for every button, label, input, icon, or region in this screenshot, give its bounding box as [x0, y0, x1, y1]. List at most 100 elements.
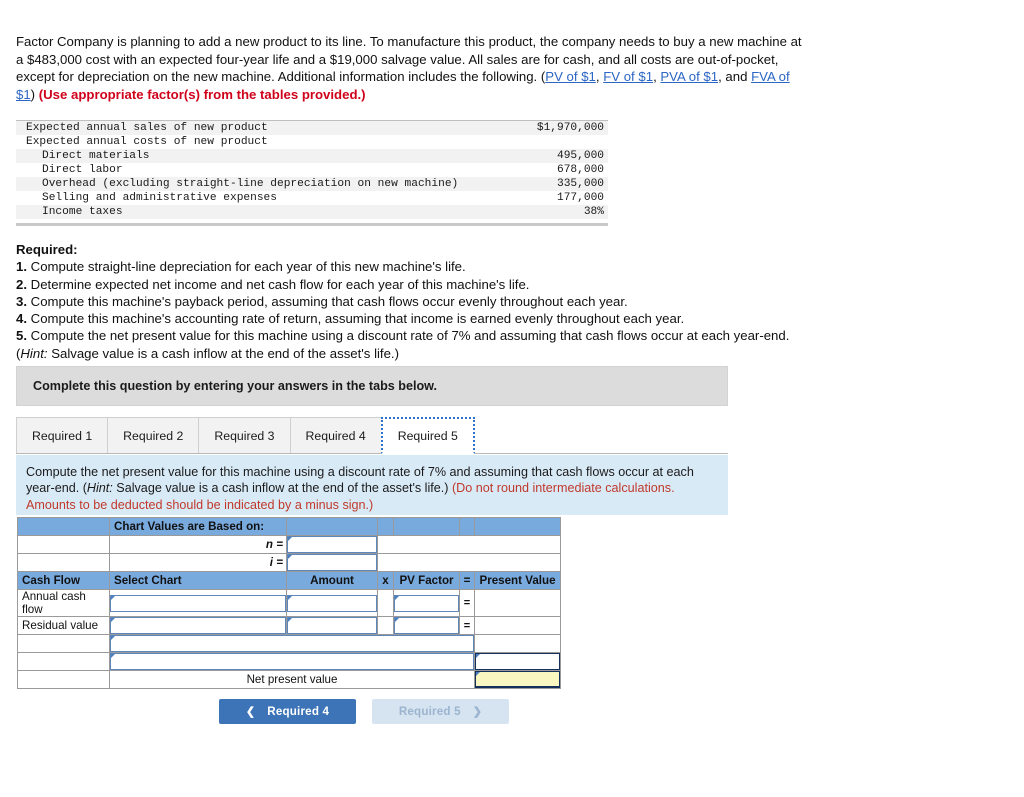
col-pv-factor: PV Factor — [393, 571, 460, 590]
net-present-value-row: Net present value — [17, 670, 561, 689]
times-cell — [377, 616, 394, 635]
question-page: Factor Company is planning to add a new … — [0, 0, 1024, 797]
chart-header-blank-cell — [17, 517, 110, 536]
npv-value-input[interactable] — [475, 671, 560, 688]
col-equals: = — [459, 571, 475, 590]
select-chart-input[interactable] — [110, 594, 286, 612]
facts-row-value: 335,000 — [458, 177, 608, 191]
prev-button-label: Required 4 — [267, 705, 330, 718]
requirement-text: Compute the net present value for this m… — [30, 328, 790, 344]
complete-question-banner: Complete this question by entering your … — [16, 366, 728, 406]
pv-factor-cell[interactable] — [393, 589, 460, 617]
extra-row-2-select-cell[interactable] — [109, 652, 475, 671]
chevron-left-icon: ❮ — [245, 706, 256, 718]
given-data-table: Expected annual sales of new product $1,9… — [16, 120, 608, 226]
amount-cell[interactable] — [286, 589, 378, 617]
facts-row-label: Selling and administrative expenses — [42, 192, 277, 204]
extra-row-2-blank — [17, 652, 110, 671]
chart-header-amount-cell — [286, 517, 378, 536]
amount-input[interactable] — [287, 617, 377, 634]
tab-label: Required 3 — [214, 428, 275, 443]
requirement-number: 5. — [16, 328, 27, 344]
tab-required-5[interactable]: Required 5 — [380, 417, 475, 454]
facts-spacer — [16, 219, 608, 223]
npv-value-cell[interactable] — [474, 670, 561, 689]
facts-row-label: Income taxes — [16, 205, 459, 219]
select-chart-input[interactable] — [110, 617, 286, 634]
i-row-trailing — [377, 553, 561, 572]
requirement-number: 3. — [16, 293, 27, 309]
pv-factor-input[interactable] — [394, 617, 459, 634]
col-cash-flow: Cash Flow — [17, 571, 110, 590]
i-row-blank — [17, 553, 110, 572]
col-select-chart: Select Chart — [109, 571, 287, 590]
tab-label: Required 2 — [123, 428, 184, 443]
cash-flow-row: Residual value = — [17, 616, 561, 635]
requirement-number: 1. — [16, 259, 27, 275]
extra-row-2 — [17, 652, 561, 671]
facts-row-value: 495,000 — [458, 149, 608, 163]
extra-row-2-select-input[interactable] — [110, 653, 474, 670]
panel-text-b: Salvage value is a cash inflow at the en… — [112, 481, 452, 496]
requirement-text: Compute this machine's payback period, a… — [30, 293, 628, 309]
facts-row-label: Expected annual costs of new product — [26, 136, 268, 148]
tab-required-3[interactable]: Required 3 — [198, 417, 291, 453]
requirement-text: Compute straight-line depreciation for e… — [30, 259, 466, 275]
amount-input[interactable] — [287, 594, 377, 612]
required-heading: Required: — [16, 242, 78, 257]
i-input-cell[interactable] — [286, 553, 378, 572]
n-input[interactable] — [287, 536, 377, 553]
tab-required-4[interactable]: Required 4 — [289, 417, 382, 453]
n-input-cell[interactable] — [286, 535, 378, 554]
chart-values-header-row: Chart Values are Based on: — [17, 517, 561, 536]
cash-flow-label: Annual cash flow — [17, 589, 110, 617]
chevron-right-icon: ❯ — [472, 706, 483, 718]
facts-row: Direct materials 495,000 — [16, 149, 608, 163]
equals-mark: = — [459, 616, 475, 635]
cash-flow-label: Residual value — [17, 616, 110, 635]
facts-row: Expected annual costs of new product — [16, 135, 608, 149]
extra-row-1-blank — [17, 634, 110, 653]
banner-text: Complete this question by entering your … — [33, 379, 437, 393]
requirement-item: 3. Compute this machine's payback period… — [16, 293, 816, 310]
next-required-5-button[interactable]: Required 5 ❯ — [372, 699, 509, 724]
chart-header-pv-cell — [474, 517, 561, 536]
extra-row-2-pv-cell[interactable] — [474, 652, 561, 671]
requirement-item: 5. Compute the net present value for thi… — [16, 327, 816, 344]
i-row: i = — [17, 553, 561, 572]
npv-answer-table: Chart Values are Based on: n = i = Cash … — [17, 517, 561, 689]
facts-row: Expected annual sales of new product $1,9… — [16, 121, 608, 135]
cash-flow-row: Annual cash flow = — [17, 589, 561, 617]
times-cell — [377, 589, 394, 617]
extra-row-2-pv-input[interactable] — [475, 653, 560, 670]
pv-factor-input[interactable] — [394, 594, 459, 612]
facts-row-label: Direct labor — [42, 164, 123, 176]
prev-required-4-button[interactable]: ❮ Required 4 — [219, 699, 356, 724]
n-row-trailing — [377, 535, 561, 554]
column-header-row: Cash Flow Select Chart Amount x PV Facto… — [17, 571, 561, 590]
chart-header-factor-cell — [393, 517, 460, 536]
select-chart-cell[interactable] — [109, 589, 287, 617]
col-present-value: Present Value — [474, 571, 561, 590]
requirement-text: Compute this machine's accounting rate o… — [30, 311, 685, 327]
facts-row: Direct labor 678,000 — [16, 163, 608, 177]
chart-header-x-cell — [377, 517, 394, 536]
tab-label: Required 4 — [305, 428, 366, 443]
extra-row-1-select-cell[interactable] — [109, 634, 475, 653]
i-input[interactable] — [287, 554, 377, 571]
link-fv-of-1[interactable]: FV of $1 — [603, 69, 653, 84]
extra-row-1-pv-cell — [474, 634, 561, 653]
col-times: x — [377, 571, 394, 590]
select-chart-cell[interactable] — [109, 616, 287, 635]
n-label: n = — [109, 535, 287, 554]
tab-label: Required 1 — [32, 428, 93, 443]
extra-row-1-select-input[interactable] — [110, 635, 474, 652]
tab-required-1[interactable]: Required 1 — [16, 417, 109, 453]
pv-factor-cell[interactable] — [393, 616, 460, 635]
link-pv-of-1[interactable]: PV of $1 — [545, 69, 596, 84]
tab-required-2[interactable]: Required 2 — [107, 417, 200, 453]
facts-row-value: 38% — [458, 205, 608, 219]
amount-cell[interactable] — [286, 616, 378, 635]
facts-row-value — [458, 135, 608, 149]
link-pva-of-1[interactable]: PVA of $1 — [660, 69, 718, 84]
